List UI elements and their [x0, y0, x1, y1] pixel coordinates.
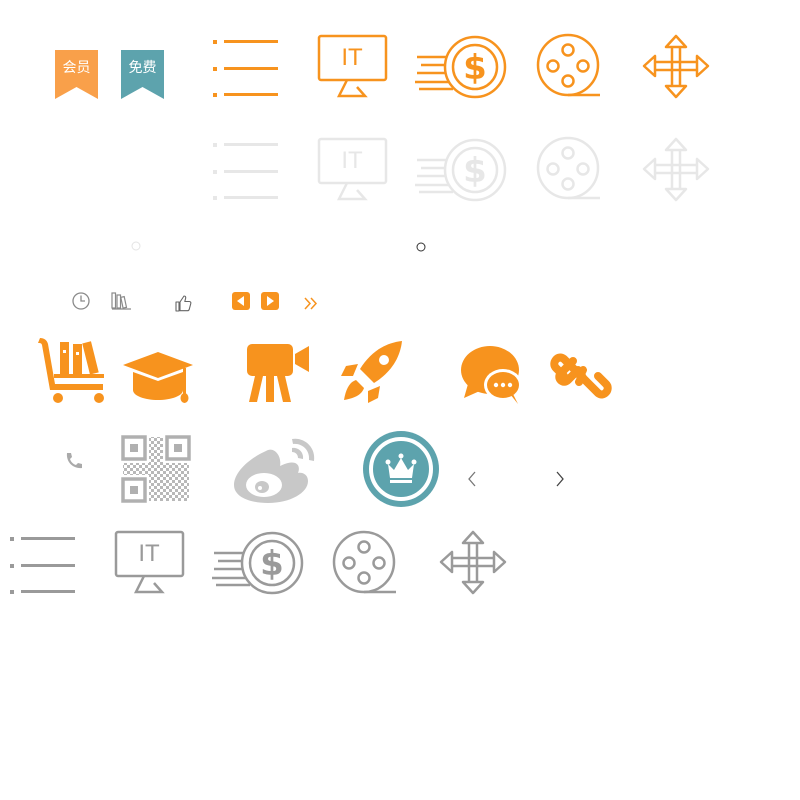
- thumbs-up-icon: [175, 295, 193, 313]
- svg-text:$: $: [463, 151, 487, 191]
- clock-icon: [72, 292, 92, 312]
- monitor-it-icon-gray: IT: [114, 530, 186, 595]
- monitor-it-icon: IT: [317, 34, 389, 99]
- fast-coin-icon-gray: $: [210, 531, 306, 597]
- film-reel-icon: [536, 33, 602, 99]
- qr-code-icon[interactable]: [121, 435, 191, 503]
- svg-text:IT: IT: [341, 147, 363, 174]
- list-icon-faded: [210, 141, 280, 203]
- film-reel-icon-gray: [332, 530, 398, 596]
- list-icon: [210, 38, 280, 100]
- arrow-right-square-icon[interactable]: [261, 292, 279, 310]
- books-icon: [111, 291, 133, 311]
- video-camera-icon: [245, 342, 313, 406]
- divider-faded: [60, 240, 190, 252]
- double-chevron-right-icon[interactable]: [304, 297, 318, 311]
- phone-icon: [64, 452, 82, 470]
- divider-dark: [312, 241, 530, 253]
- arrow-left-square-icon[interactable]: [232, 292, 250, 310]
- svg-text:IT: IT: [138, 540, 160, 567]
- member-ribbon: 会员: [55, 50, 98, 99]
- svg-text:IT: IT: [341, 44, 363, 71]
- film-reel-icon-faded: [536, 136, 602, 202]
- chevron-right-icon[interactable]: [555, 471, 565, 487]
- member-label: 会员: [62, 60, 91, 76]
- graduation-cap-icon: [122, 350, 194, 404]
- weibo-icon[interactable]: [230, 433, 322, 505]
- move-arrows-icon-gray: [439, 530, 507, 596]
- monitor-it-icon-faded: IT: [317, 137, 389, 202]
- list-icon-gray: [7, 535, 77, 597]
- chat-bubbles-icon: [460, 344, 524, 406]
- free-ribbon: 免费: [121, 50, 164, 99]
- book-cart-icon: [38, 336, 108, 406]
- fast-coin-icon: $: [413, 35, 509, 101]
- link-icon: [550, 346, 612, 406]
- svg-text:$: $: [260, 544, 284, 584]
- crown-badge-icon: [362, 430, 440, 508]
- svg-text:$: $: [463, 48, 487, 88]
- fast-coin-icon-faded: $: [413, 138, 509, 204]
- move-arrows-icon-faded: [642, 137, 710, 203]
- chevron-left-icon[interactable]: [467, 471, 477, 487]
- move-arrows-icon: [642, 34, 710, 100]
- rocket-icon: [340, 340, 404, 404]
- free-label: 免费: [128, 60, 157, 76]
